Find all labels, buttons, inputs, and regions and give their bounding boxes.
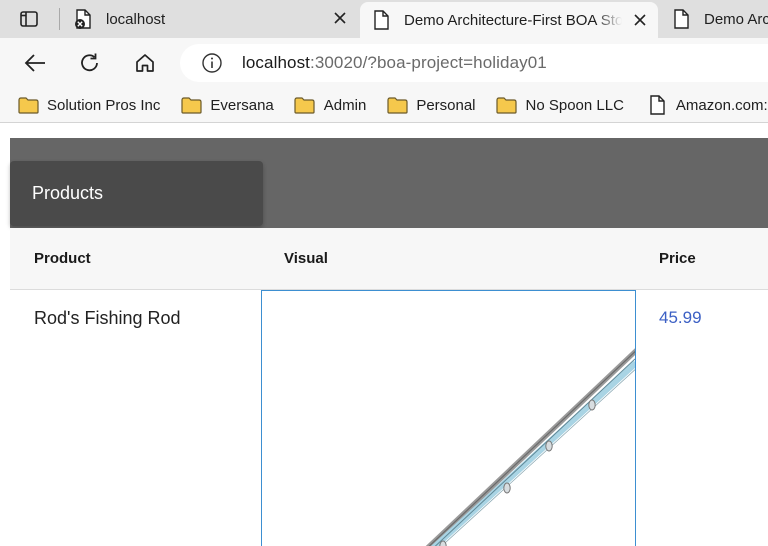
- close-tab-icon[interactable]: [630, 10, 650, 30]
- tab-demo-architecture[interactable]: Demo Architecture-First BOA Store: [660, 0, 768, 38]
- bookmark-label: Amazon.com: Prime Video: [675, 96, 768, 114]
- bookmark-solution-pros[interactable]: Solution Pros Inc: [17, 95, 160, 115]
- bookmark-label: Solution Pros Inc: [47, 96, 161, 114]
- folder-icon: [496, 95, 518, 115]
- bookmarks-bar: Solution Pros Inc Eversana Admin Persona…: [0, 88, 768, 122]
- tab-localhost[interactable]: localhost: [62, 0, 358, 38]
- fishing-rod-image: [425, 348, 635, 546]
- url-rest: :30020/?boa-project=holiday01: [310, 53, 547, 72]
- home-icon[interactable]: [131, 50, 159, 76]
- app-container: Products Product Visual Price Rod's Fish…: [10, 138, 768, 546]
- product-visual-cell[interactable]: [261, 290, 636, 546]
- tab-strip: localhost Demo Architecture-First BOA St…: [0, 0, 768, 38]
- bookmark-eversana[interactable]: Eversana: [180, 95, 274, 115]
- column-header-product: Product: [34, 250, 91, 267]
- price-link[interactable]: 45.99: [659, 308, 702, 328]
- column-header-price: Price: [659, 250, 696, 267]
- url-text[interactable]: localhost:30020/?boa-project=holiday01: [242, 53, 547, 73]
- bookmark-admin[interactable]: Admin: [294, 95, 367, 115]
- app-header: Products: [10, 138, 768, 228]
- folder-icon: [294, 95, 316, 115]
- bookmark-label: Admin: [323, 96, 367, 114]
- products-menu[interactable]: Products: [10, 161, 263, 226]
- bookmark-label: No Spoon LLC: [525, 96, 624, 114]
- folder-icon: [386, 95, 408, 115]
- back-arrow-icon[interactable]: [21, 50, 49, 76]
- table-header: Product Visual Price: [10, 228, 768, 290]
- close-tab-icon[interactable]: [330, 8, 350, 28]
- column-header-visual: Visual: [284, 250, 328, 267]
- tab-title: localhost: [106, 10, 166, 28]
- tab-actions-icon[interactable]: [14, 7, 44, 31]
- browser-toolbar: localhost:30020/?boa-project=holiday01: [0, 38, 768, 88]
- table-row[interactable]: Rod's Fishing Rod 45.99: [10, 290, 768, 546]
- page-icon: [370, 9, 392, 31]
- folder-icon: [17, 95, 39, 115]
- tab-title: Demo Architecture-First BOA Store: [704, 10, 768, 28]
- products-menu-label: Products: [32, 183, 104, 203]
- address-bar[interactable]: localhost:30020/?boa-project=holiday01: [180, 44, 768, 82]
- tab-separator: [59, 8, 60, 30]
- bookmark-no-spoon[interactable]: No Spoon LLC: [496, 95, 624, 115]
- folder-icon: [180, 95, 202, 115]
- tab-favicon-blocked-icon: [72, 8, 94, 30]
- bookmark-amazon[interactable]: Amazon.com: Prime Video: [646, 95, 768, 115]
- url-host: localhost: [242, 53, 310, 72]
- page-icon: [646, 95, 668, 115]
- info-icon[interactable]: [200, 51, 224, 75]
- bookmark-label: Personal: [416, 96, 476, 114]
- product-name: Rod's Fishing Rod: [34, 308, 181, 328]
- bookmark-personal[interactable]: Personal: [386, 95, 476, 115]
- page-icon: [670, 8, 692, 30]
- bookmark-label: Eversana: [210, 96, 274, 114]
- tab-title: Demo Architecture-First BOA Store: [404, 11, 622, 29]
- refresh-icon[interactable]: [76, 50, 104, 76]
- tab-demo-architecture-active[interactable]: Demo Architecture-First BOA Store: [360, 2, 658, 38]
